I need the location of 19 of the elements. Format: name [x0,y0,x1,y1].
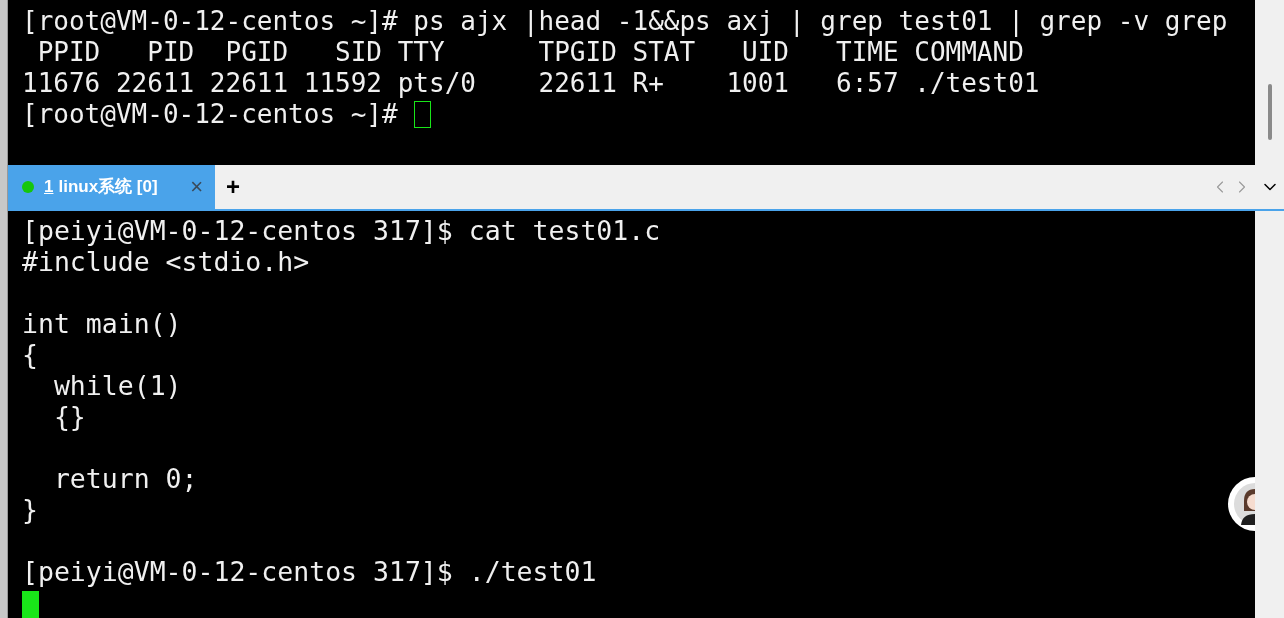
terminal-line: int main() [22,308,182,339]
terminal-line: [root@VM-0-12-centos ~]# [22,99,398,130]
terminal-pane[interactable] [8,0,1255,166]
terminal-line: [peiyi@VM-0-12-centos 317]$ cat test01.c [22,215,661,246]
terminal-line: } [22,494,38,525]
terminal-line: while(1) [52,370,182,401]
terminal-line: return 0; [52,463,198,494]
terminal-line: #include <stdio.h> [22,246,310,277]
tab-label: linux系统 [0] [58,176,159,199]
terminal-line: [root@VM-0-12-centos ~]# ps ajx |head -1&&ps axj | grep test01 | grep -v grep [22,6,1228,37]
terminal-line: {} [52,401,86,432]
terminal-line: PPID PID PGID SID TTY TPGID STAT UID TIME COMMAND [36,37,1024,68]
terminal-line: { [22,339,38,370]
terminal-line: 11676 22611 22611 11592 pts/0 22611 R+ 1001 6:57 ./test01 [22,68,1040,99]
terminal-pane[interactable]: [peiyi@VM-0-12-centos 317]$ cat test01.c #include <stdio.h> int main() { while(1) {} return 0; } [peiyi@VM-0-12-centos 317]$ ./test01 [8,211,1255,618]
add-tab-button[interactable]: + [215,165,251,209]
tab-number: 1 [44,176,54,199]
scrollbar[interactable] [1255,0,1284,166]
terminal-line: [peiyi@VM-0-12-centos 317]$ ./test01 [22,556,597,587]
